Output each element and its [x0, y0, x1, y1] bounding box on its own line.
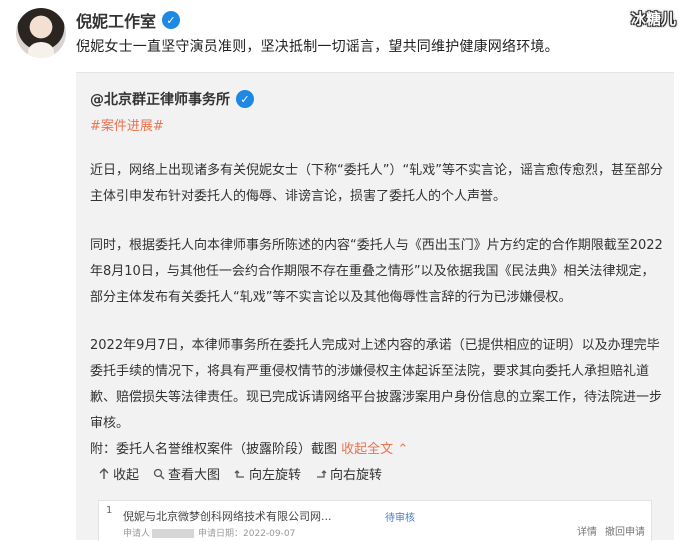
case-number: 1 [106, 505, 113, 516]
rotate-left-button[interactable]: 向左旋转 [234, 464, 301, 483]
case-withdraw-link: 撤回申请 [605, 527, 645, 538]
applicant-label: 申请人 [123, 529, 151, 539]
image-toolbar: 收起 查看大图 向左旋转 向右旋转 [98, 464, 382, 483]
case-status: 待审核 [385, 513, 415, 524]
repost-card: @北京群正律师事务所 ✓ #案件进展# 近日，网络上出现诸多有关倪妮女士（下称“… [76, 72, 674, 541]
view-large-image-button[interactable]: 查看大图 [153, 464, 220, 483]
repost-paragraph-1: 近日，网络上出现诸多有关倪妮女士（下称“委托人”）“轧戏”等不实言论，谣言愈传愈… [90, 163, 663, 204]
attachment-label: 附：委托人名誉维权案件（披露阶段）截图 [90, 442, 338, 457]
case-detail-link: 详情 [577, 527, 597, 538]
embedded-screenshot[interactable]: 1 倪妮与北京微梦创科网络技术有限公司网... 待审核 申请人 申请日期：2022… [98, 500, 652, 541]
chevron-up-icon: ⌃ [397, 442, 409, 457]
rotate-left-icon [234, 469, 245, 478]
arrow-up-icon [99, 467, 109, 479]
post-text: 倪妮女士一直坚守演员准则，坚决抵制一切谣言，望共同维护健康网络环境。 [76, 39, 559, 55]
attachment-caption: 附：委托人名誉维权案件（披露阶段）截图 收起全文 ⌃ [90, 438, 408, 457]
repost-paragraph-2: 同时，根据委托人向本律师事务所陈述的内容“委托人与《西出玉门》片方约定的合作期限… [90, 238, 663, 305]
case-actions: 详情 撤回申请 [577, 523, 645, 538]
rotate-right-label[interactable]: 向右旋转 [330, 464, 382, 483]
application-date: 申请日期：2022-09-07 [198, 529, 296, 539]
case-title: 倪妮与北京微梦创科网络技术有限公司网... [123, 510, 332, 523]
collapse-image-label[interactable]: 收起 [113, 464, 139, 483]
magnifier-icon [153, 468, 165, 479]
case-applicant-row: 申请人 申请日期：2022-09-07 [123, 526, 295, 539]
collapse-full-text-link[interactable]: 收起全文 ⌃ [341, 442, 408, 457]
post-author[interactable]: 倪妮工作室 ✓ [76, 8, 181, 32]
verified-badge-icon: ✓ [236, 90, 254, 108]
collapse-image-button[interactable]: 收起 [98, 464, 139, 483]
repost-author-name[interactable]: @北京群正律师事务所 [90, 89, 230, 109]
verified-badge-icon: ✓ [162, 11, 181, 29]
rotate-right-icon [317, 469, 327, 478]
hashtag-link[interactable]: #案件进展# [90, 115, 164, 134]
repost-paragraph-3: 2022年9月7日，本律师事务所在委托人完成对上述内容的承诺（已提供相应的证明）… [90, 338, 663, 431]
avatar[interactable] [16, 8, 66, 58]
rotate-right-button[interactable]: 向右旋转 [315, 464, 382, 483]
redacted-block [152, 529, 195, 538]
watermark: 冰糖儿 [630, 10, 676, 28]
post-author-name[interactable]: 倪妮工作室 [76, 8, 156, 32]
view-large-image-label[interactable]: 查看大图 [168, 464, 220, 483]
rotate-left-label[interactable]: 向左旋转 [249, 464, 301, 483]
repost-author[interactable]: @北京群正律师事务所 ✓ [90, 89, 254, 109]
collapse-full-text-label[interactable]: 收起全文 [341, 442, 393, 457]
